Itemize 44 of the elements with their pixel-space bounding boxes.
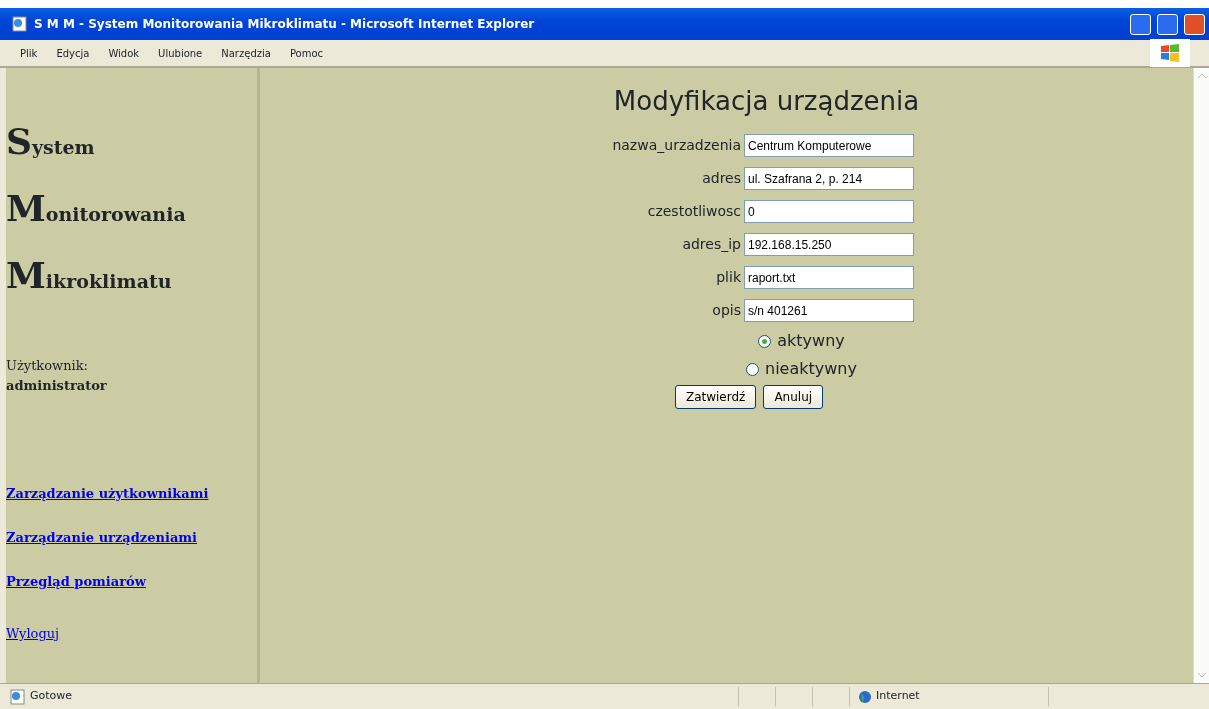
field-label: czestotliwosc xyxy=(647,202,741,222)
page-icon xyxy=(10,688,26,705)
heading-word: System xyxy=(6,119,96,164)
user-name: administrator xyxy=(6,376,108,395)
menu-item[interactable]: Plik xyxy=(20,45,38,61)
heading-word: Mikroklimatu xyxy=(6,253,173,298)
menu-item[interactable]: Narzędzia xyxy=(221,45,271,61)
input-field[interactable]: 192.168.15.250 xyxy=(744,233,914,257)
page-heading: Modyfikacja urządzenia xyxy=(613,86,920,118)
heading-word: Monitorowania xyxy=(6,186,187,231)
menu-item[interactable]: Ulubione xyxy=(158,45,203,61)
close-button[interactable] xyxy=(1184,13,1205,35)
user-label: Użytkownik: xyxy=(6,357,89,375)
radio-button[interactable] xyxy=(746,362,760,376)
input-field[interactable]: 0 xyxy=(744,200,914,224)
status-text: Gotowe xyxy=(30,688,73,705)
globe-icon xyxy=(858,689,872,704)
menu-item[interactable]: Pomoc xyxy=(289,45,324,61)
nav-link[interactable]: Przegląd pomiarów xyxy=(6,572,146,592)
maximize-button[interactable] xyxy=(1157,13,1178,35)
windows-logo-icon xyxy=(1150,39,1190,67)
nav-link[interactable]: Wyloguj xyxy=(6,624,60,644)
menu-item[interactable]: Widok xyxy=(108,45,140,61)
field-label: adres xyxy=(702,169,741,189)
form-button[interactable]: Anuluj xyxy=(763,385,824,410)
input-field[interactable]: Centrum Komputerowe xyxy=(744,134,914,158)
field-label: adres_ip xyxy=(682,235,741,255)
minimize-button[interactable] xyxy=(1130,13,1151,35)
zone-label: Internet xyxy=(876,688,920,705)
radio-label: nieaktywny xyxy=(765,358,857,381)
menu-item[interactable]: Edycja xyxy=(56,45,90,61)
radio-button[interactable] xyxy=(758,334,772,348)
window-title: S M M - System Monitorowania Mikroklimatu - Microsoft Internet Explorer xyxy=(34,16,535,33)
input-field[interactable]: raport.txt xyxy=(744,266,914,290)
field-label: plik xyxy=(716,268,741,288)
field-label: opis xyxy=(712,301,741,321)
input-field[interactable]: s/n 401261 xyxy=(744,299,914,323)
field-label: nazwa_urzadzenia xyxy=(612,136,741,156)
page-icon xyxy=(12,16,28,32)
radio-label: aktywny xyxy=(777,330,845,353)
input-field[interactable]: ul. Szafrana 2, p. 214 xyxy=(744,167,914,191)
form-button[interactable]: Zatwierdź xyxy=(674,385,757,410)
nav-link[interactable]: Zarządzanie urządzeniami xyxy=(6,528,197,548)
nav-link[interactable]: Zarządzanie użytkownikami xyxy=(6,484,209,504)
